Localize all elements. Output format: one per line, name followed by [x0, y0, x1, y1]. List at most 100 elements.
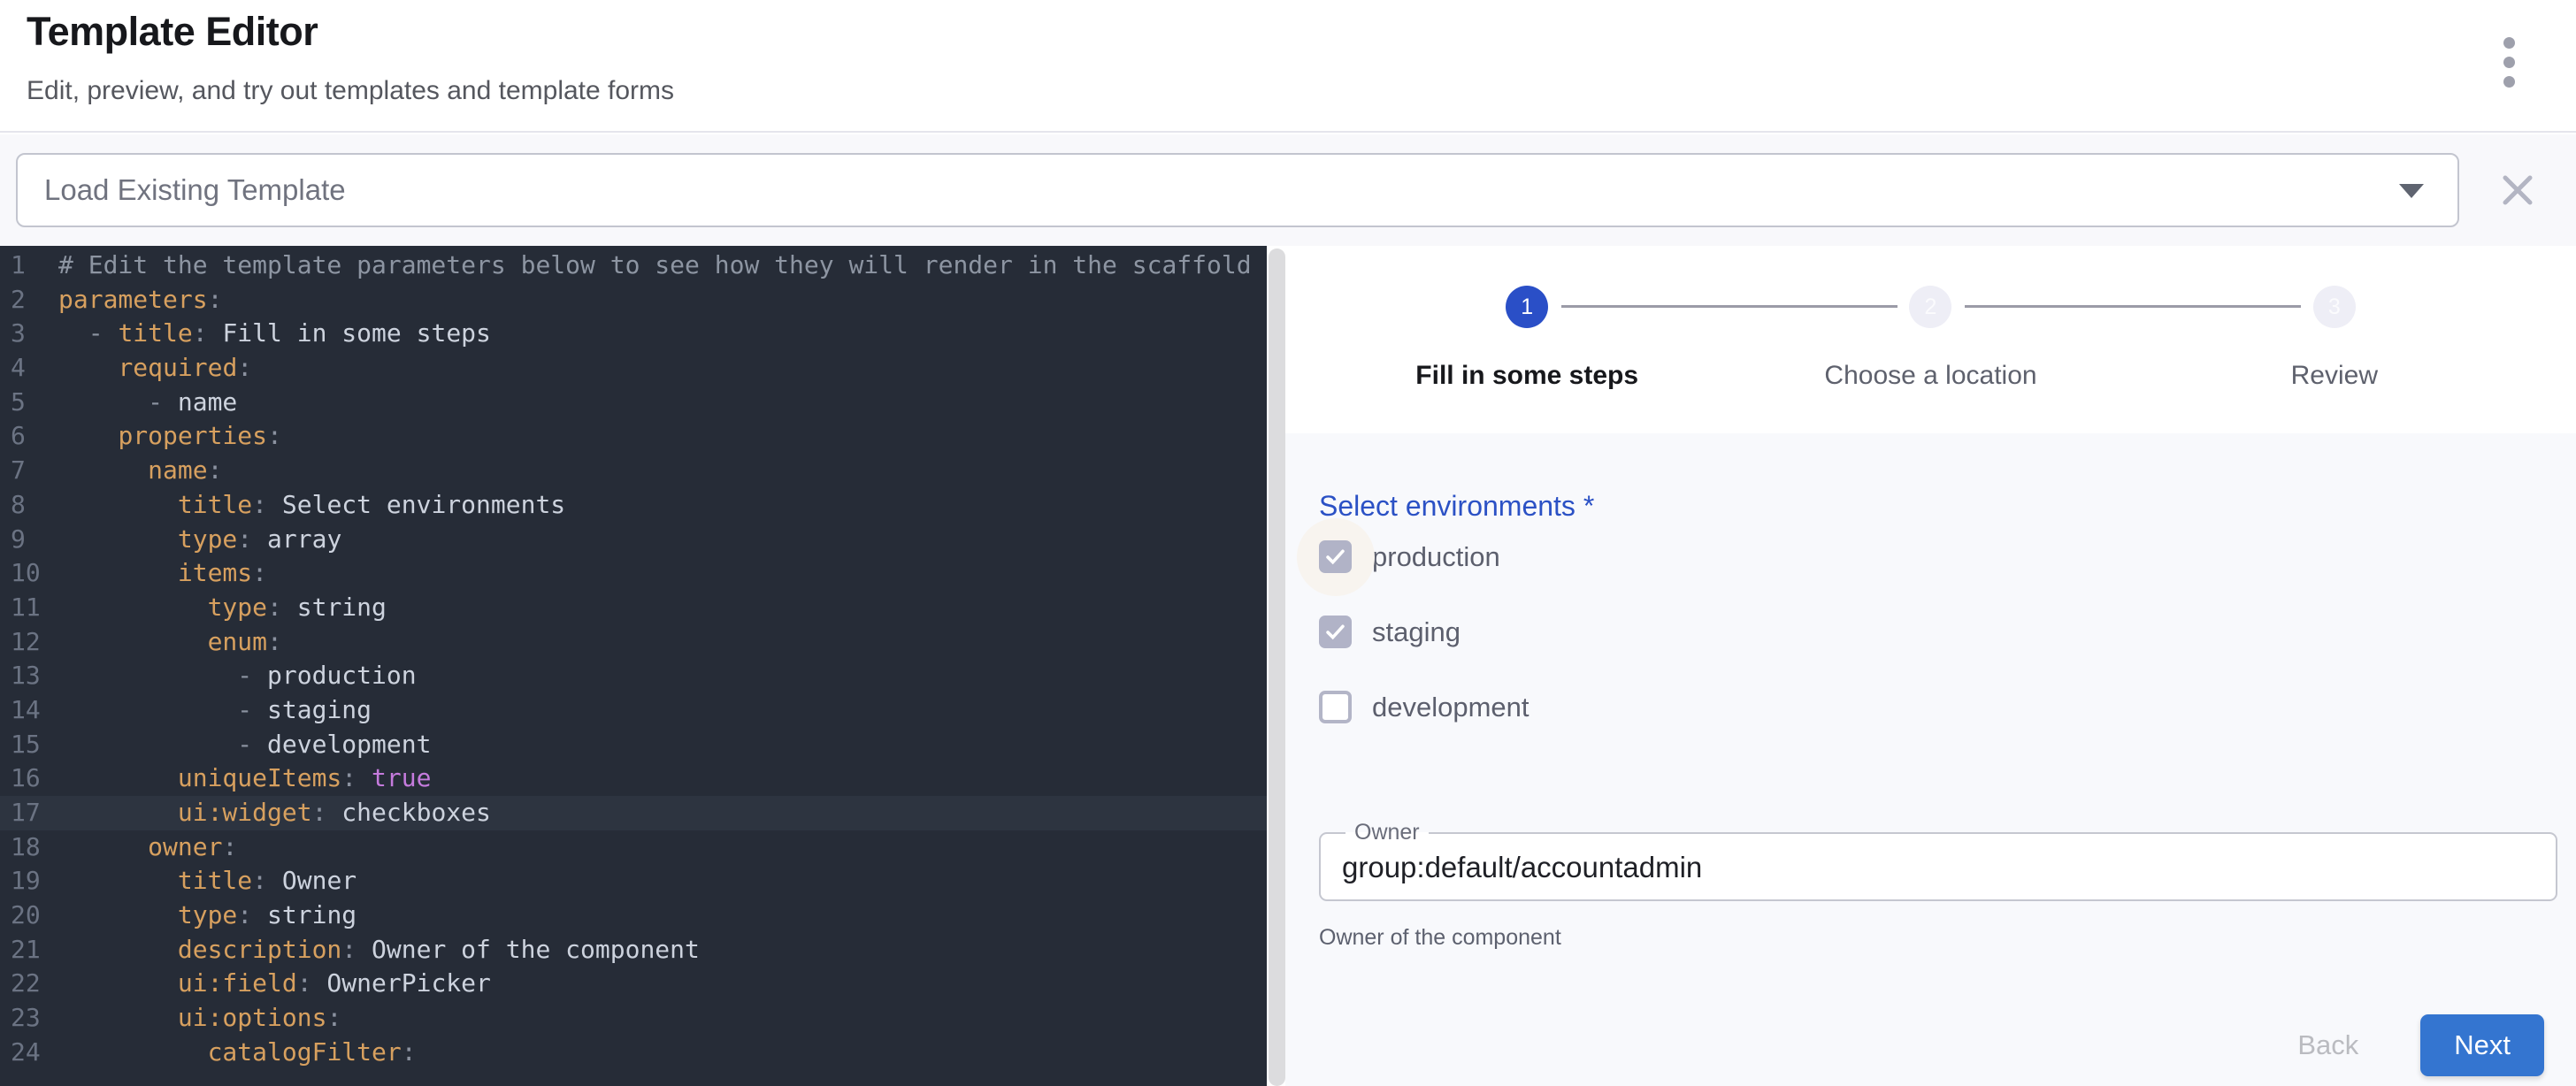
code-line[interactable]: 22 ui:field: OwnerPicker — [0, 967, 1267, 1001]
select-placeholder: Load Existing Template — [44, 173, 346, 207]
chevron-down-icon — [2399, 184, 2424, 198]
checkbox-row-development[interactable]: development — [1319, 669, 2576, 745]
line-number: 17 — [0, 796, 58, 830]
code-line[interactable]: 16 uniqueItems: true — [0, 761, 1267, 796]
code-line[interactable]: 23 ui:options: — [0, 1001, 1267, 1036]
line-number: 10 — [0, 556, 58, 591]
checkbox-row-staging[interactable]: staging — [1319, 594, 2576, 669]
line-content: name: — [58, 454, 222, 488]
line-content: - production — [58, 659, 417, 693]
code-line[interactable]: 1# Edit the template parameters below to… — [0, 249, 1267, 283]
line-number: 23 — [0, 1001, 58, 1036]
code-lines: 1# Edit the template parameters below to… — [0, 249, 1267, 1070]
yaml-code-editor[interactable]: 1# Edit the template parameters below to… — [0, 246, 1267, 1086]
required-marker: * — [1583, 490, 1594, 522]
line-number: 6 — [0, 419, 58, 454]
code-line[interactable]: 11 type: string — [0, 591, 1267, 625]
line-number: 9 — [0, 523, 58, 557]
code-line[interactable]: 20 type: string — [0, 899, 1267, 933]
owner-field-value[interactable]: group:default/accountadmin — [1338, 845, 2538, 884]
line-content: description: Owner of the component — [58, 933, 700, 967]
code-line[interactable]: 10 items: — [0, 556, 1267, 591]
line-number: 12 — [0, 625, 58, 660]
stepper-step-1[interactable]: 1 Fill in some steps — [1325, 286, 1729, 391]
code-line[interactable]: 15 - development — [0, 728, 1267, 762]
line-content: enum: — [58, 625, 282, 660]
line-number: 20 — [0, 899, 58, 933]
stepper-steps: 1 Fill in some steps 2Choose a location3Re… — [1285, 246, 2576, 391]
template-editor-page: Template Editor Edit, preview, and try o… — [0, 0, 2576, 1086]
line-content: items: — [58, 556, 267, 591]
step-label: Fill in some steps — [1415, 361, 1638, 391]
stepper-step-2[interactable]: 2Choose a location — [1729, 286, 2132, 391]
line-number: 19 — [0, 864, 58, 899]
code-line[interactable]: 13 - production — [0, 659, 1267, 693]
kebab-dot — [2503, 76, 2515, 88]
owner-helper-text: Owner of the component — [1319, 925, 1561, 951]
line-content: ui:options: — [58, 1001, 341, 1036]
page-subtitle: Edit, preview, and try out templates and… — [27, 76, 674, 106]
checkbox-halo — [1319, 691, 1352, 723]
stepper-connector — [1965, 305, 2301, 308]
line-content: - development — [58, 728, 431, 762]
code-line[interactable]: 12 enum: — [0, 625, 1267, 660]
code-line[interactable]: 19 title: Owner — [0, 864, 1267, 899]
code-line[interactable]: 9 type: array — [0, 523, 1267, 557]
code-line[interactable]: 6 properties: — [0, 419, 1267, 454]
line-content: type: string — [58, 899, 356, 933]
checkbox-checked-icon[interactable] — [1319, 540, 1352, 573]
code-line[interactable]: 7 name: — [0, 454, 1267, 488]
line-number: 14 — [0, 693, 58, 728]
line-content: uniqueItems: true — [58, 761, 431, 796]
page-header: Template Editor Edit, preview, and try o… — [0, 0, 2576, 133]
line-number: 11 — [0, 591, 58, 625]
line-number: 15 — [0, 728, 58, 762]
next-button[interactable]: Next — [2420, 1014, 2544, 1076]
line-number: 21 — [0, 933, 58, 967]
line-content: - title: Fill in some steps — [58, 317, 491, 351]
template-preview-panel: 1 Fill in some steps 2Choose a location3Re… — [1285, 246, 2576, 1086]
kebab-dot — [2503, 37, 2515, 49]
load-existing-template-select[interactable]: Load Existing Template — [16, 153, 2459, 227]
line-content: parameters: — [58, 283, 222, 317]
code-line[interactable]: 21 description: Owner of the component — [0, 933, 1267, 967]
more-options-button[interactable] — [2484, 27, 2534, 97]
checkbox-checked-icon[interactable] — [1319, 616, 1352, 648]
checkbox-label: staging — [1372, 616, 1460, 648]
code-line[interactable]: 18 owner: — [0, 830, 1267, 865]
back-button[interactable]: Back — [2278, 1015, 2378, 1075]
line-number: 1 — [0, 249, 58, 283]
checkbox-row-production[interactable]: production — [1319, 519, 2576, 594]
editor-scrollbar[interactable] — [1269, 249, 1285, 1086]
code-line[interactable]: 8 title: Select environments — [0, 488, 1267, 523]
page-title: Template Editor — [27, 9, 318, 55]
code-line[interactable]: 4 required: — [0, 351, 1267, 386]
code-line[interactable]: 24 catalogFilter: — [0, 1036, 1267, 1070]
line-number: 13 — [0, 659, 58, 693]
stepper-step-3[interactable]: 3Review — [2133, 286, 2536, 391]
line-number: 8 — [0, 488, 58, 523]
owner-field[interactable]: Owner group:default/accountadmin — [1319, 820, 2557, 901]
template-form: Select environments * productionstagingd… — [1285, 433, 2576, 1086]
code-line[interactable]: 14 - staging — [0, 693, 1267, 728]
line-content: type: string — [58, 591, 387, 625]
line-content: # Edit the template parameters below to … — [58, 249, 1252, 283]
step-circle: 1 — [1506, 286, 1548, 328]
line-number: 18 — [0, 830, 58, 865]
code-line[interactable]: 17 ui:widget: checkboxes — [0, 796, 1267, 830]
checkbox-halo — [1319, 540, 1352, 573]
line-number: 2 — [0, 283, 58, 317]
line-content: owner: — [58, 830, 237, 865]
code-line[interactable]: 3 - title: Fill in some steps — [0, 317, 1267, 351]
close-icon[interactable] — [2498, 171, 2537, 210]
line-number: 3 — [0, 317, 58, 351]
line-content: properties: — [58, 419, 282, 454]
line-number: 4 — [0, 351, 58, 386]
code-line[interactable]: 5 - name — [0, 386, 1267, 420]
step-label: Review — [2291, 361, 2378, 391]
code-line[interactable]: 2parameters: — [0, 283, 1267, 317]
kebab-dot — [2503, 57, 2515, 68]
line-content: required: — [58, 351, 252, 386]
load-template-toolbar: Load Existing Template — [0, 134, 2576, 246]
checkbox-unchecked-icon[interactable] — [1319, 691, 1352, 723]
